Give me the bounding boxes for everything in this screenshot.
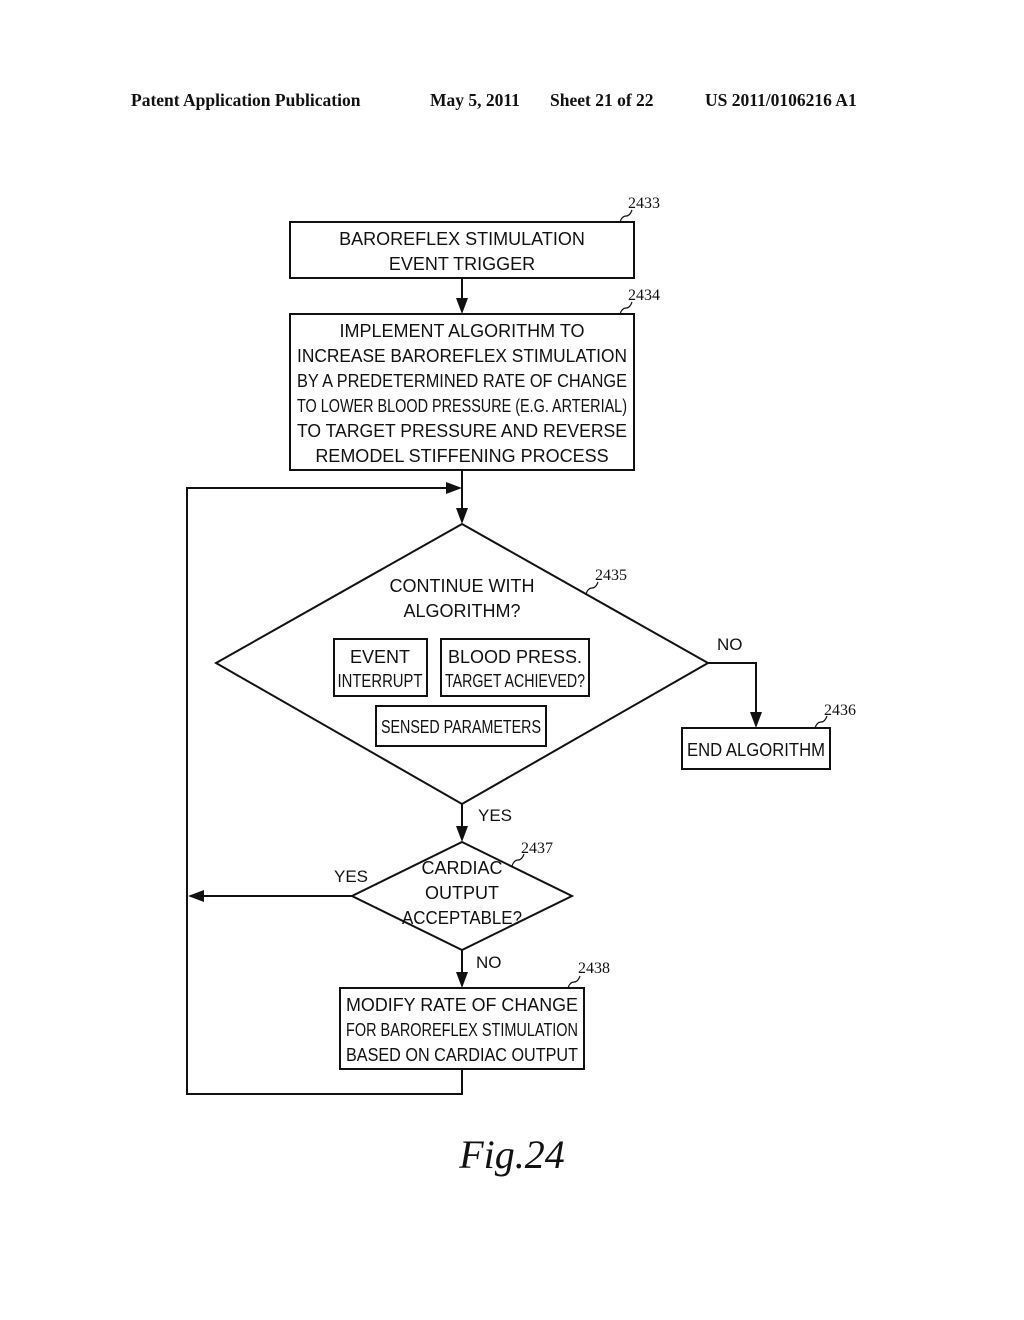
continue-line-2: ALGORITHM? [403,601,520,621]
event-trigger-line-1: BAROREFLEX STIMULATION [339,229,585,249]
ref-2438: 2438 [578,960,610,977]
node-modify-rate: MODIFY RATE OF CHANGE FOR BAROREFLEX STI… [339,960,610,1070]
ref-2436: 2436 [824,702,856,719]
label-yes-2435: YES [478,806,512,825]
ref-2435: 2435 [595,567,627,584]
implement-line-6: REMODEL STIFFENING PROCESS [315,446,608,466]
event-trigger-line-2: EVENT TRIGGER [389,254,535,274]
node-implement-algorithm: IMPLEMENT ALGORITHM TO INCREASE BAROREFL… [289,287,660,471]
node-cardiac-output: CARDIAC OUTPUT ACCEPTABLE? 2437 [349,840,575,952]
implement-line-5: TO TARGET PRESSURE AND REVERSE [297,421,627,441]
arrowhead [750,712,762,728]
arrowhead [456,508,468,524]
arrowhead [456,972,468,988]
arrowhead [446,482,462,494]
arrowhead [456,826,468,842]
label-yes-2437: YES [334,867,368,886]
node-continue-with-algorithm: CONTINUE WITH ALGORITHM? EVENT INTERRUPT… [213,522,711,806]
ref-leader-2438 [567,975,581,989]
end-algorithm-label: END ALGORITHM [687,740,825,760]
ref-2434: 2434 [628,287,660,304]
implement-line-2: INCREASE BAROREFLEX STIMULATION [297,346,627,366]
ref-2433: 2433 [628,195,660,212]
sensed-parameters-label: SENSED PARAMETERS [381,717,541,737]
modify-line-2: FOR BAROREFLEX STIMULATION [346,1020,578,1040]
cardiac-line-1: CARDIAC [421,858,502,878]
figure-label: Fig.24 [458,1132,565,1177]
node-end-algorithm: END ALGORITHM 2436 [681,702,856,770]
cardiac-line-3: ACCEPTABLE? [402,908,522,928]
label-no-2435: NO [717,635,743,654]
continue-line-1: CONTINUE WITH [390,576,535,596]
label-no-2437: NO [476,953,502,972]
flowchart: BAROREFLEX STIMULATION EVENT TRIGGER 243… [186,195,856,1177]
implement-line-4: TO LOWER BLOOD PRESSURE (E.G. ARTERIAL) [297,396,627,416]
edge-continue-no [708,662,757,716]
bp-target-line-2: TARGET ACHIEVED? [445,671,585,691]
implement-line-1: IMPLEMENT ALGORITHM TO [339,321,584,341]
bp-target-line-1: BLOOD PRESS. [448,647,582,667]
arrowhead [188,890,204,902]
arrowhead [456,298,468,314]
ref-2437: 2437 [521,840,553,857]
event-interrupt-line-2: INTERRUPT [338,671,423,691]
modify-line-3: BASED ON CARDIAC OUTPUT [346,1045,578,1065]
node-event-trigger: BAROREFLEX STIMULATION EVENT TRIGGER 243… [289,195,660,279]
modify-line-1: MODIFY RATE OF CHANGE [346,995,578,1015]
event-interrupt-line-1: EVENT [350,647,410,667]
implement-line-3: BY A PREDETERMINED RATE OF CHANGE [297,371,627,391]
cardiac-line-2: OUTPUT [425,883,499,903]
